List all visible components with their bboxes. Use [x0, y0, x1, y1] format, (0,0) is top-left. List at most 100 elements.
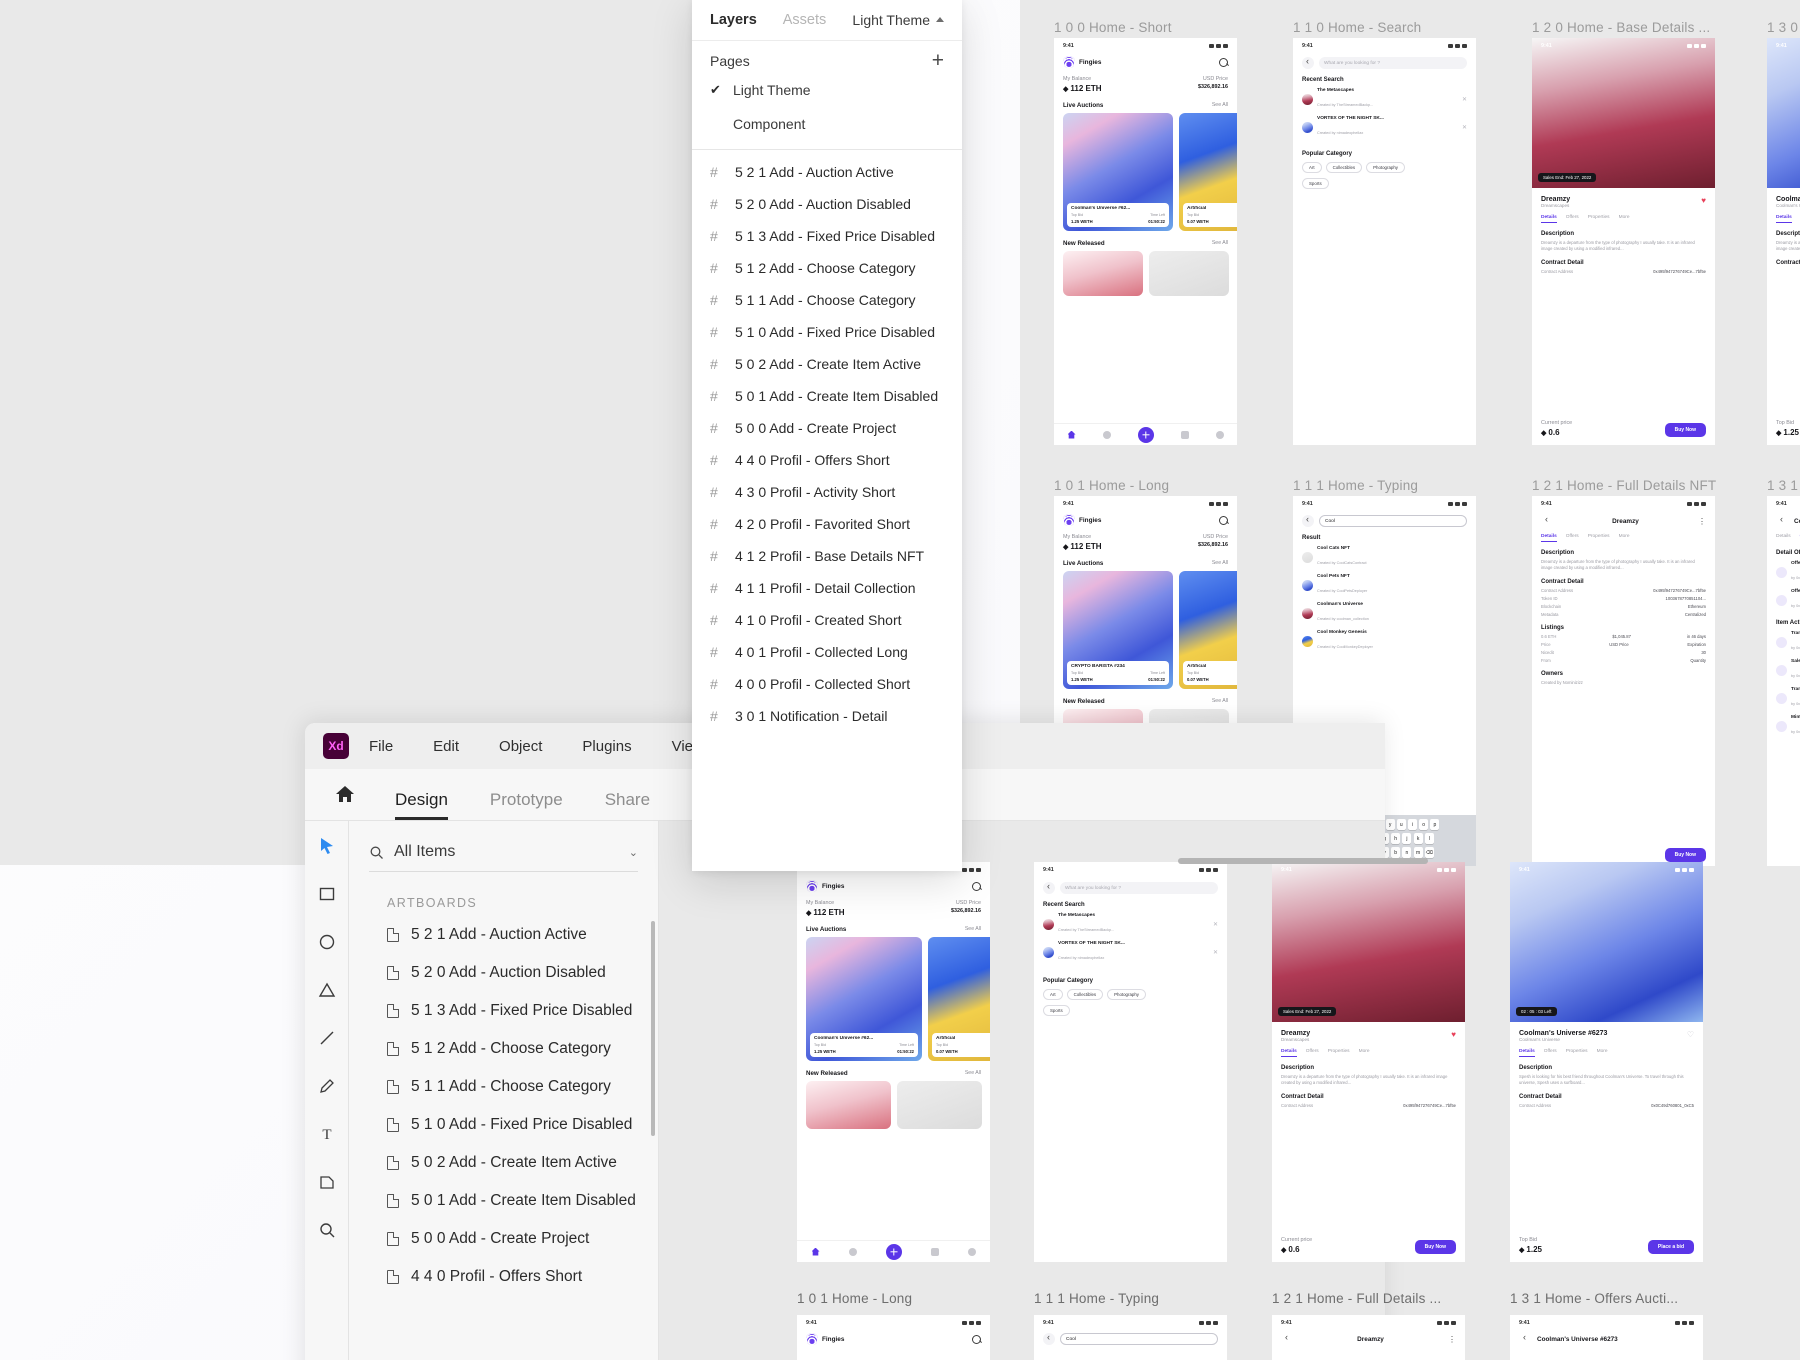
artboard-tool-icon[interactable]	[316, 1171, 338, 1193]
layer-item[interactable]: #5 1 2 Add - Choose Category	[692, 252, 962, 284]
artboard-label[interactable]: 1 3 0 Home	[1767, 20, 1800, 35]
layer-item[interactable]: #5 0 0 Add - Create Project	[692, 412, 962, 444]
artboard-label[interactable]: 1 3 1 Hom	[1767, 478, 1800, 493]
plus-icon[interactable]: +	[932, 54, 944, 68]
layer-item[interactable]: #4 1 1 Profil - Detail Collection	[692, 572, 962, 604]
artboard-home-search[interactable]: 9:41 What are you looking for ? Recent S…	[1293, 38, 1476, 445]
ellipse-tool-icon[interactable]	[316, 931, 338, 953]
heart-icon[interactable]: ♡	[1687, 1030, 1694, 1042]
search-icon[interactable]	[972, 882, 981, 891]
sidebar-artboard-item[interactable]: 5 2 1 Add - Auction Active	[349, 916, 658, 954]
sidebar-artboard-item[interactable]: 5 1 0 Add - Fixed Price Disabled	[349, 1106, 658, 1144]
recent-item[interactable]: VORTEX OF THE NIGHT SK... Created by nim…	[1034, 936, 1227, 964]
detail-tabs[interactable]: Details Offers Properties More	[1272, 1042, 1465, 1057]
add-icon[interactable]	[886, 1244, 902, 1260]
artboard-label[interactable]: 1 1 0 Home - Search	[1293, 20, 1421, 35]
result-item[interactable]: Cool Monkey Genesis Created by CoolMonke…	[1293, 625, 1476, 653]
artboard-thumb-row4[interactable]: 9:41 Coolman's Universe #6273	[1510, 1315, 1703, 1360]
recent-item[interactable]: VORTEX OF THE NIGHT SK... Created by nim…	[1293, 111, 1476, 139]
key[interactable]: o	[1419, 819, 1428, 830]
close-icon[interactable]: ✕	[1462, 96, 1467, 103]
released-card[interactable]	[1063, 251, 1143, 296]
category-chip[interactable]: Sports	[1043, 1005, 1070, 1016]
see-all-link[interactable]: See All	[965, 926, 981, 933]
home-icon[interactable]	[323, 768, 367, 820]
key[interactable]: k	[1414, 833, 1423, 844]
artboard-thumb-home-short[interactable]: 9:41 Fingies My Balance 112 ETH USD Pric…	[797, 862, 990, 1262]
search-row[interactable]: All Items ⌄	[369, 843, 638, 872]
tab-assets[interactable]: Assets	[783, 12, 827, 28]
layers-list[interactable]: #5 2 1 Add - Auction Active #5 2 0 Add -…	[692, 150, 962, 871]
home-icon[interactable]	[812, 1248, 820, 1256]
tab-details[interactable]: Details	[1541, 534, 1557, 542]
key[interactable]: p	[1430, 819, 1439, 830]
artboard-thumb-row4[interactable]: 9:41 Cool	[1034, 1315, 1227, 1360]
menu-plugins[interactable]: Plugins	[562, 738, 651, 755]
layer-item[interactable]: #4 1 0 Profil - Created Short	[692, 604, 962, 636]
result-item[interactable]: Coolman's Universe Created by coolman_co…	[1293, 597, 1476, 625]
key[interactable]: h	[1391, 833, 1400, 844]
artboard-label[interactable]: 1 1 1 Home - Typing	[1293, 478, 1418, 493]
tab-more[interactable]: More	[1597, 1049, 1608, 1057]
recent-item[interactable]: The Metascapes Created by TheStreamedBac…	[1034, 908, 1227, 936]
back-icon[interactable]	[1302, 57, 1314, 69]
category-chip[interactable]: Art	[1043, 989, 1063, 1000]
sidebar-artboard-item[interactable]: 5 0 1 Add - Create Item Disabled	[349, 1182, 658, 1220]
theme-selector[interactable]: Light Theme	[852, 12, 944, 28]
artboard-thumb-row4[interactable]: 9:41 Dreamzy ⋮	[1272, 1315, 1465, 1360]
category-chip[interactable]: Photography	[1107, 989, 1146, 1000]
artboard-label[interactable]: 1 3 1 Home - Offers Aucti...	[1510, 1291, 1678, 1306]
back-icon[interactable]	[1776, 515, 1788, 527]
artboard-label[interactable]: 1 0 1 Home - Long	[797, 1291, 912, 1306]
close-icon[interactable]: ✕	[1213, 921, 1218, 928]
profile-icon[interactable]	[1216, 431, 1224, 439]
sidebar-artboard-item[interactable]: 5 1 2 Add - Choose Category	[349, 1030, 658, 1068]
tab-more[interactable]: More	[1359, 1049, 1370, 1057]
pen-tool-icon[interactable]	[316, 1075, 338, 1097]
text-tool-icon[interactable]: T	[316, 1123, 338, 1145]
tab-details[interactable]: Details	[1281, 1049, 1297, 1057]
category-chip[interactable]: Art	[1302, 162, 1322, 173]
layer-item[interactable]: #5 1 3 Add - Fixed Price Disabled	[692, 220, 962, 252]
artboard-label[interactable]: 1 1 1 Home - Typing	[1034, 1291, 1159, 1306]
auction-card[interactable]: CRYPTO BARISTA #234 Top Bid Time Left 1.…	[1063, 571, 1173, 689]
detail-tabs[interactable]: Details Offers	[1767, 527, 1800, 542]
auction-card[interactable]: Coolman's Universe #62... Top Bid Time L…	[1063, 113, 1173, 231]
search-icon[interactable]	[1219, 516, 1228, 525]
select-tool-icon[interactable]	[316, 835, 338, 857]
released-card[interactable]	[1149, 251, 1229, 296]
category-chip[interactable]: Collectibles	[1067, 989, 1103, 1000]
sidebar-artboard-item[interactable]: 5 0 2 Add - Create Item Active	[349, 1144, 658, 1182]
heart-icon[interactable]: ♥	[1701, 196, 1706, 208]
result-item[interactable]: Cool Pets NFT Created by CoolPetsDeploye…	[1293, 569, 1476, 597]
artboard-home-full-details-nft[interactable]: 9:41 Dreamzy ⋮ Details Offers Properties…	[1532, 496, 1715, 866]
artboard-thumb-home-search[interactable]: 9:41 What are you looking for ? Recent S…	[1034, 862, 1227, 1262]
back-icon[interactable]	[1043, 1333, 1055, 1345]
key[interactable]: b	[1391, 847, 1400, 858]
bottom-tab-bar[interactable]	[797, 1240, 990, 1262]
tab-properties[interactable]: Properties	[1588, 534, 1610, 542]
see-all-link[interactable]: See All	[1212, 698, 1228, 705]
artboard-home-base-details[interactable]: 9:41 Sales End: Feb 27, 2022 Dreamzy Dre…	[1532, 38, 1715, 445]
sidebar-artboard-item[interactable]: 5 1 3 Add - Fixed Price Disabled	[349, 992, 658, 1030]
search-input[interactable]: Cool	[1060, 1333, 1218, 1345]
zoom-tool-icon[interactable]	[316, 1219, 338, 1241]
layer-item[interactable]: #5 1 1 Add - Choose Category	[692, 284, 962, 316]
tab-prototype[interactable]: Prototype	[476, 790, 577, 820]
layer-item[interactable]: #4 0 1 Profil - Collected Long	[692, 636, 962, 668]
line-tool-icon[interactable]	[316, 1027, 338, 1049]
search-input[interactable]: What are you looking for ?	[1319, 57, 1467, 69]
recent-item[interactable]: The Metascapes Created by TheStreamedBac…	[1293, 83, 1476, 111]
see-all-link[interactable]: See All	[965, 1070, 981, 1077]
xd-logo-icon[interactable]: Xd	[323, 733, 349, 759]
rectangle-tool-icon[interactable]	[316, 883, 338, 905]
sidebar-scrollbar[interactable]	[651, 921, 655, 1136]
explore-icon[interactable]	[1103, 431, 1111, 439]
sidebar-artboard-item[interactable]: 5 2 0 Add - Auction Disabled	[349, 954, 658, 992]
key[interactable]: n	[1402, 847, 1411, 858]
key[interactable]: u	[1397, 819, 1406, 830]
close-icon[interactable]: ✕	[1213, 949, 1218, 956]
page-item-component[interactable]: Component	[692, 107, 962, 141]
artboard-thumb-base-details[interactable]: 9:41 Sales End: Feb 27, 2022 Dreamzy Dre…	[1272, 862, 1465, 1262]
more-icon[interactable]: ⋮	[1448, 1335, 1456, 1344]
